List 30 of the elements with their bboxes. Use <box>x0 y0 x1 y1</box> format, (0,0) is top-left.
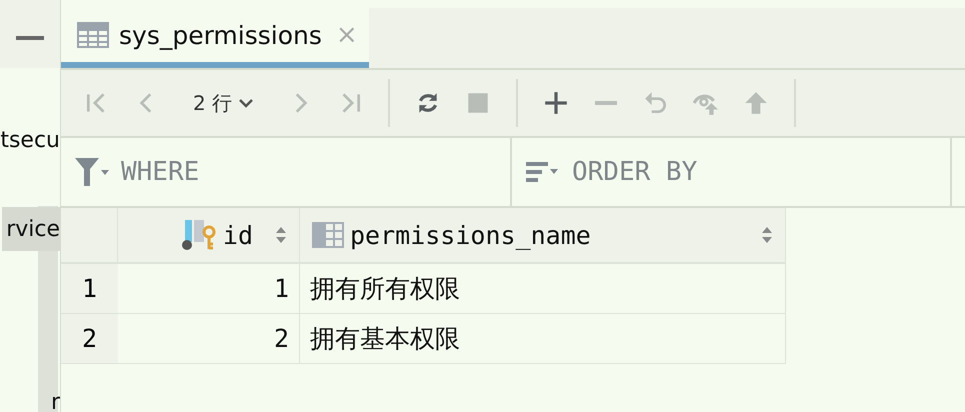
table-cell: 1 <box>118 264 300 314</box>
up-arrow-icon <box>743 90 770 116</box>
tab[interactable]: sys_permissions × <box>61 8 369 68</box>
table-cell: 2 <box>118 314 300 364</box>
table-icon <box>77 22 109 48</box>
sidebar-item[interactable]: rvice <box>2 207 60 251</box>
order-by-field[interactable]: ORDER BY <box>570 156 874 188</box>
row-number: 1 <box>61 264 118 314</box>
column-name: id <box>222 220 253 250</box>
sidebar-item[interactable]: r <box>46 380 60 412</box>
key-column-icon <box>180 220 217 250</box>
sort-icon[interactable] <box>526 160 560 184</box>
column-icon <box>312 222 344 248</box>
table-cell: 拥有所有权限 <box>300 264 786 314</box>
sort-arrows-icon[interactable] <box>761 225 773 245</box>
row-number: 2 <box>61 314 118 364</box>
minimize-icon[interactable] <box>16 36 44 40</box>
column-header[interactable]: permissions_name <box>300 208 786 264</box>
plus-icon <box>543 90 570 116</box>
column-name: permissions_name <box>350 220 591 250</box>
row-count-dropdown[interactable]: 2 行 <box>175 90 272 116</box>
minus-icon <box>595 101 618 105</box>
sidebar-item[interactable]: tsecu <box>0 118 60 162</box>
filter-icon[interactable] <box>75 158 109 186</box>
table-cell: 拥有基本权限 <box>300 314 786 364</box>
sort-arrows-icon[interactable] <box>275 225 287 245</box>
column-header[interactable]: id <box>118 208 300 264</box>
chevron-down-icon <box>238 98 254 108</box>
where-field[interactable]: WHERE <box>119 156 423 188</box>
tab-title: sys_permissions <box>119 20 322 50</box>
